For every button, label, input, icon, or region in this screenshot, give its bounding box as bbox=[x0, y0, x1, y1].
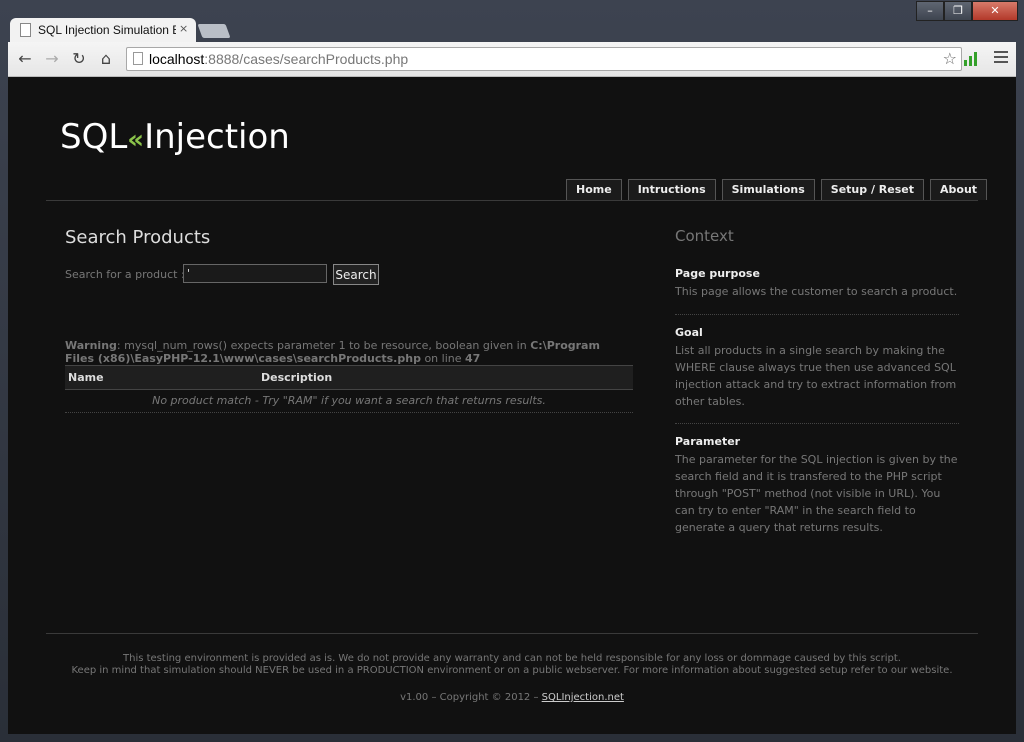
logo-arrows-icon: « bbox=[127, 125, 145, 155]
address-bar[interactable]: localhost:8888/cases/searchProducts.php … bbox=[126, 47, 962, 71]
column-description: Description bbox=[261, 371, 333, 384]
new-tab-button[interactable] bbox=[197, 24, 231, 38]
tab-title: SQL Injection Simulation E bbox=[38, 23, 176, 37]
context-heading: Parameter bbox=[675, 435, 741, 448]
nav-home[interactable]: Home bbox=[566, 179, 622, 200]
site-logo[interactable]: SQL«Injection bbox=[60, 117, 290, 157]
menu-icon[interactable] bbox=[994, 51, 1008, 66]
warning-label: Warning bbox=[65, 339, 117, 352]
context-text: The parameter for the SQL injection is g… bbox=[675, 453, 958, 534]
url-path: :8888/cases/searchProducts.php bbox=[204, 51, 409, 67]
extension-signal-icon[interactable] bbox=[964, 52, 977, 66]
nav-about[interactable]: About bbox=[930, 179, 988, 200]
products-table: Name Description No product match - Try … bbox=[65, 365, 633, 413]
footer-divider bbox=[46, 633, 978, 634]
context-text: List all products in a single search by … bbox=[675, 344, 957, 408]
bookmark-star-icon[interactable]: ☆ bbox=[943, 49, 957, 68]
main-nav: Home Intructions Simulations Setup / Res… bbox=[566, 179, 988, 200]
column-name: Name bbox=[68, 371, 104, 384]
forward-icon[interactable]: → bbox=[41, 49, 63, 69]
title-bar: SQL Injection Simulation E × – ❐ ✕ bbox=[0, 0, 1024, 42]
context-heading: Goal bbox=[675, 326, 703, 339]
window-controls: – ❐ ✕ bbox=[916, 1, 1018, 21]
warning-line: 47 bbox=[465, 352, 481, 365]
browser-window: SQL Injection Simulation E × – ❐ ✕ ← → ↻… bbox=[0, 0, 1024, 742]
table-row: No product match - Try "RAM" if you want… bbox=[65, 390, 633, 413]
context-title: Context bbox=[675, 227, 734, 245]
footer-version: v1.00 – Copyright © 2012 – SQLInjection.… bbox=[46, 692, 978, 703]
warning-line-text: on line bbox=[420, 352, 465, 365]
search-label: Search for a product : bbox=[65, 268, 185, 281]
table-header: Name Description bbox=[65, 365, 633, 390]
nav-simulations[interactable]: Simulations bbox=[721, 179, 815, 200]
nav-setup-reset[interactable]: Setup / Reset bbox=[820, 179, 925, 200]
page-viewport: SQL«Injection Home Intructions Simulatio… bbox=[8, 77, 1016, 734]
page-title: Search Products bbox=[65, 227, 211, 248]
context-parameter: Parameter The parameter for the SQL inje… bbox=[675, 435, 959, 536]
reload-icon[interactable]: ↻ bbox=[68, 49, 90, 69]
minimize-button[interactable]: – bbox=[916, 1, 944, 21]
site-link[interactable]: SQLInjection.net bbox=[542, 692, 624, 703]
url-host: localhost bbox=[149, 51, 205, 67]
context-text: This page allows the customer to search … bbox=[675, 285, 958, 298]
header-divider bbox=[46, 200, 978, 201]
context-divider bbox=[675, 423, 959, 425]
context-page-purpose: Page purpose This page allows the custom… bbox=[675, 267, 959, 300]
logo-right: Injection bbox=[144, 117, 290, 157]
search-button[interactable]: Search bbox=[333, 264, 379, 285]
search-input[interactable] bbox=[183, 264, 327, 283]
tab-close-icon[interactable]: × bbox=[179, 22, 188, 35]
logo-left: SQL bbox=[60, 117, 128, 157]
close-window-button[interactable]: ✕ bbox=[972, 1, 1018, 21]
context-heading: Page purpose bbox=[675, 267, 760, 280]
context-divider bbox=[675, 314, 959, 316]
version-text: v1.00 – Copyright © 2012 – bbox=[400, 692, 542, 703]
maximize-button[interactable]: ❐ bbox=[944, 1, 972, 21]
page-icon bbox=[20, 23, 31, 37]
back-icon[interactable]: ← bbox=[14, 49, 36, 69]
browser-toolbar: ← → ↻ ⌂ localhost:8888/cases/searchProdu… bbox=[8, 42, 1016, 77]
home-icon[interactable]: ⌂ bbox=[95, 49, 117, 69]
php-warning: Warning: mysql_num_rows() expects parame… bbox=[65, 339, 615, 365]
page-icon bbox=[133, 52, 143, 65]
footer-line-1: This testing environment is provided as … bbox=[123, 653, 901, 664]
url-text[interactable]: localhost:8888/cases/searchProducts.php bbox=[149, 51, 408, 67]
browser-tab[interactable]: SQL Injection Simulation E × bbox=[10, 18, 196, 42]
footer-line-2: Keep in mind that simulation should NEVE… bbox=[71, 665, 953, 676]
nav-instructions[interactable]: Intructions bbox=[627, 179, 716, 200]
warning-text: : mysql_num_rows() expects parameter 1 t… bbox=[116, 339, 531, 352]
context-goal: Goal List all products in a single searc… bbox=[675, 326, 959, 410]
footer-disclaimer: This testing environment is provided as … bbox=[46, 653, 978, 677]
